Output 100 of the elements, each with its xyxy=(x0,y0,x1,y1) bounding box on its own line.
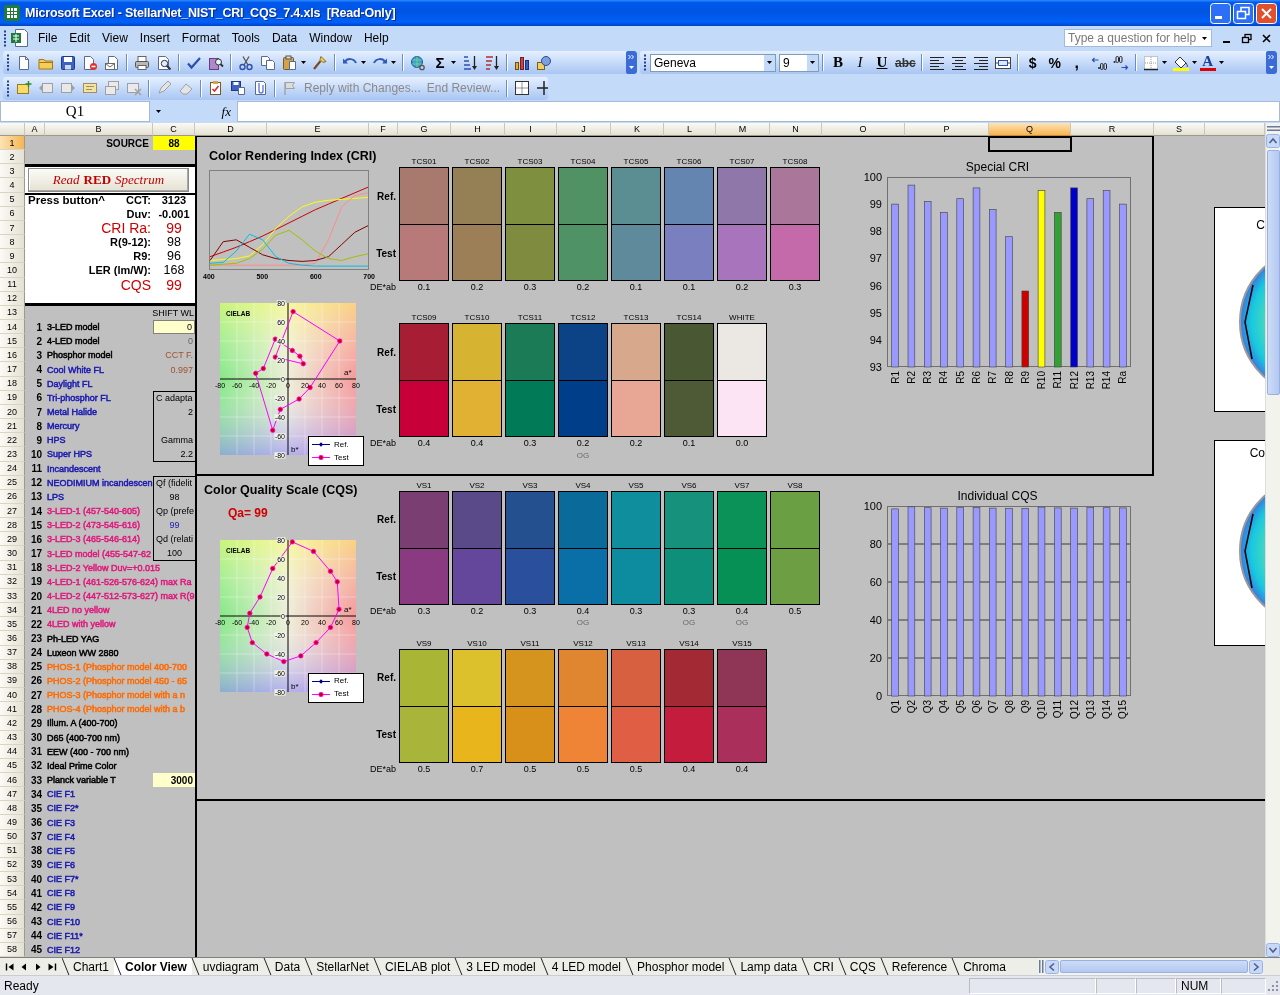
sample-label: VS7 xyxy=(734,480,750,491)
category-label: R2 xyxy=(905,371,917,384)
result-label: LER (lm/W): xyxy=(88,264,151,277)
legend-label: Test xyxy=(334,689,349,700)
category-label: Ra xyxy=(1117,371,1129,384)
source-number: 17 xyxy=(30,548,42,560)
color-difference-value: 0.2 xyxy=(576,282,590,292)
category-label: Q5 xyxy=(954,699,966,714)
category-label: Q6 xyxy=(971,699,982,714)
source-number: 21 xyxy=(30,604,42,616)
source-number: 41 xyxy=(30,887,42,899)
axis-label: b* xyxy=(291,681,299,691)
result-value: -0.001 xyxy=(158,207,190,220)
color-difference-value: 0.2 xyxy=(576,438,590,448)
sample-label: WHITE xyxy=(729,313,755,323)
row-label: Test xyxy=(376,729,396,741)
sample-note: OG xyxy=(735,618,749,628)
source-number: 39 xyxy=(30,859,42,871)
source-number: 33 xyxy=(30,774,42,786)
source-number: 43 xyxy=(30,916,42,928)
column-label: SHIFT WL xyxy=(152,307,194,318)
sample-label: TCS14 xyxy=(676,313,702,323)
parameter-note: 0.997 xyxy=(169,363,194,377)
sample-label: TCS07 xyxy=(729,157,755,167)
category-label: Q8 xyxy=(1003,699,1015,714)
category-label: R1 xyxy=(889,371,901,384)
color-difference-value: 0.1 xyxy=(629,282,643,292)
color-difference-value: 0.2 xyxy=(470,282,484,292)
source-number: 16 xyxy=(30,533,42,545)
row-label: Ref. xyxy=(377,190,396,202)
source-number: 31 xyxy=(30,746,42,758)
color-difference-value: 0.1 xyxy=(417,282,431,292)
source-number: 10 xyxy=(30,449,42,460)
color-difference-value: 0.3 xyxy=(523,438,537,448)
source-number: 6 xyxy=(36,392,42,404)
source-number: 27 xyxy=(30,689,42,701)
sample-label: TCS10 xyxy=(464,313,490,323)
parameter-value: 100 xyxy=(153,546,195,561)
sample-label: VS6 xyxy=(681,480,697,491)
sample-label: TCS01 xyxy=(411,157,437,167)
source-number: 12 xyxy=(30,477,42,489)
source-number: 24 xyxy=(30,647,42,659)
source-number: 2 xyxy=(36,335,42,347)
axis-tick-label: 100 xyxy=(863,499,882,512)
category-label: R7 xyxy=(987,371,999,384)
result-value: 168 xyxy=(163,263,185,278)
color-difference-value: 0.4 xyxy=(417,438,431,448)
axis-tick-label: 94 xyxy=(869,333,882,346)
row-label: DE*ab xyxy=(370,605,396,616)
row-label: Test xyxy=(376,247,396,259)
result-value: 99 xyxy=(166,276,182,293)
axis-tick-label: 20 xyxy=(869,651,882,664)
source-number: 45 xyxy=(30,944,42,956)
source-number: 44 xyxy=(30,930,42,942)
source-number: 5 xyxy=(36,378,42,390)
row-label: DE*ab xyxy=(370,282,396,292)
category-label: R13 xyxy=(1084,371,1096,390)
parameter-value: 2 xyxy=(153,404,195,420)
category-label: R12 xyxy=(1068,371,1080,390)
row-label: Test xyxy=(376,403,396,415)
color-difference-value: 0.4 xyxy=(576,605,590,616)
sample-label: TCS03 xyxy=(517,157,543,167)
parameter-value: 99 xyxy=(153,518,195,533)
color-difference-value: 0.3 xyxy=(523,605,537,616)
source-number: 14 xyxy=(30,505,42,517)
source-number: 40 xyxy=(30,873,42,885)
color-difference-value: 0.3 xyxy=(682,605,696,616)
axis-tick-label: 96 xyxy=(869,279,882,292)
category-label: R5 xyxy=(954,371,966,384)
category-label: Q15 xyxy=(1117,699,1129,719)
axis-tick-label: 93 xyxy=(869,361,882,373)
source-number: 9 xyxy=(36,434,42,446)
axis-tick-label: 40 xyxy=(869,613,882,626)
parameter-label: Qp (prefe xyxy=(153,504,195,519)
row-label: Ref. xyxy=(377,514,396,526)
category-label: Q7 xyxy=(987,699,999,714)
sample-label: VS14 xyxy=(679,638,699,649)
sample-label: TCS04 xyxy=(570,157,596,167)
row-label: Ref. xyxy=(377,346,396,358)
source-number: 28 xyxy=(30,703,42,715)
category-label: Q2 xyxy=(905,699,917,714)
instruction-text: Press button^ xyxy=(28,193,105,206)
axis-tick-label: 95 xyxy=(869,306,882,319)
section-title: Color Rendering Index (CRI) xyxy=(209,148,377,164)
parameter-label: Qd (relati xyxy=(153,532,195,547)
source-number: 1 xyxy=(36,321,42,333)
color-difference-value: 0.5 xyxy=(417,763,431,774)
sample-label: VS4 xyxy=(575,480,591,491)
source-number: 23 xyxy=(30,633,42,644)
result-label: CRI Ra: xyxy=(101,220,151,236)
parameter-label: Qf (fidelit xyxy=(153,475,195,490)
source-number: 25 xyxy=(30,661,42,673)
sample-label: VS11 xyxy=(520,638,540,649)
source-number: 29 xyxy=(30,717,42,729)
result-label: CQS xyxy=(120,276,151,293)
category-label: Q12 xyxy=(1068,699,1080,719)
sample-label: TCS02 xyxy=(464,157,490,167)
axis-tick-label: 0 xyxy=(875,689,882,702)
row-label: Test xyxy=(376,571,396,583)
sample-label: TCS05 xyxy=(623,157,649,167)
